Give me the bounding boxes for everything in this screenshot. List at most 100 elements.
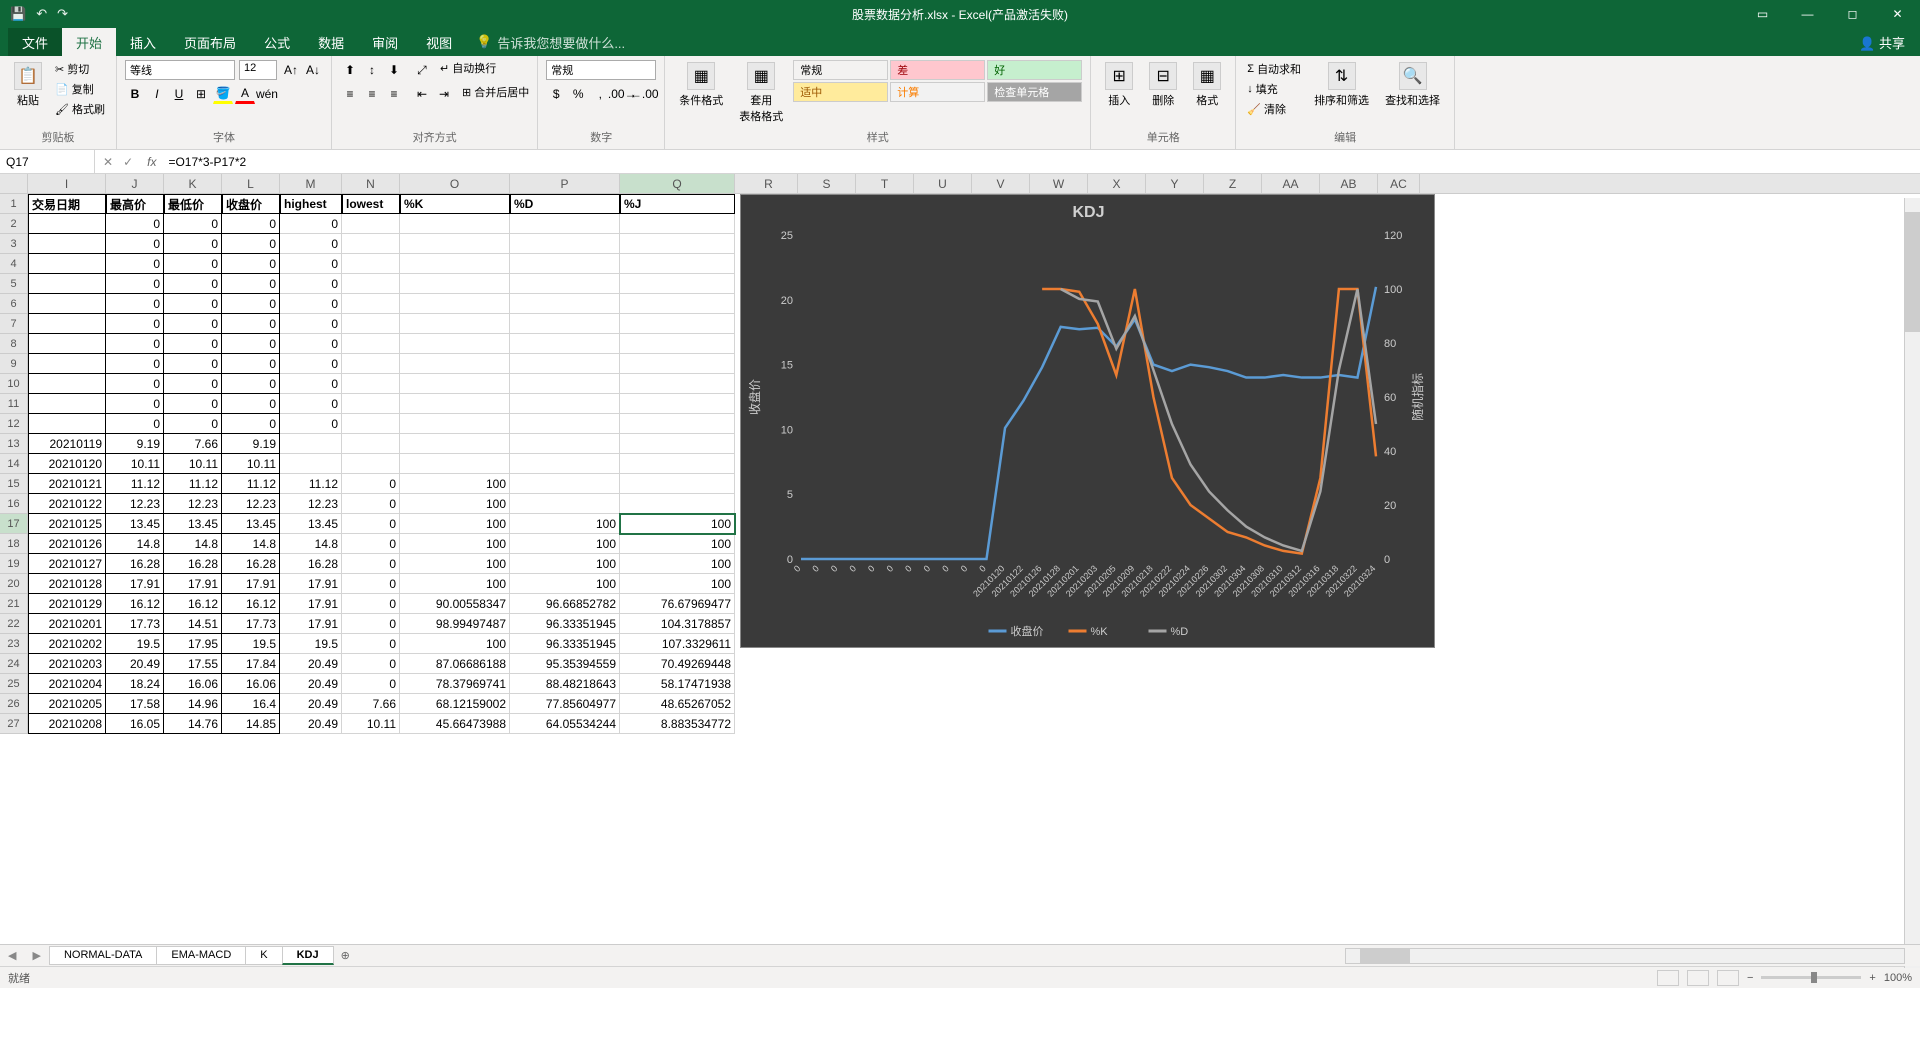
sort-filter-button[interactable]: ⇅排序和筛选 bbox=[1308, 60, 1375, 110]
autosum-button[interactable]: Σ 自动求和 bbox=[1244, 60, 1304, 78]
cell[interactable]: 0 bbox=[106, 334, 164, 354]
cell[interactable] bbox=[342, 454, 400, 474]
select-all-corner[interactable] bbox=[0, 174, 28, 193]
cell[interactable] bbox=[28, 214, 106, 234]
cell[interactable]: 0 bbox=[222, 234, 280, 254]
row-header[interactable]: 6 bbox=[0, 294, 28, 314]
cell[interactable]: 0 bbox=[106, 394, 164, 414]
cell[interactable]: 70.49269448 bbox=[620, 654, 735, 674]
view-normal-icon[interactable] bbox=[1657, 970, 1679, 986]
cell[interactable]: 19.5 bbox=[222, 634, 280, 654]
cell[interactable]: 17.95 bbox=[164, 634, 222, 654]
cell[interactable]: 9.19 bbox=[222, 434, 280, 454]
cell[interactable] bbox=[620, 374, 735, 394]
sheet-nav-next[interactable]: ▶ bbox=[24, 949, 48, 962]
cell[interactable]: 20210204 bbox=[28, 674, 106, 694]
cell[interactable]: 20210121 bbox=[28, 474, 106, 494]
tab-review[interactable]: 审阅 bbox=[358, 28, 412, 56]
cell[interactable] bbox=[28, 334, 106, 354]
cell[interactable]: 17.58 bbox=[106, 694, 164, 714]
cell[interactable]: 0 bbox=[342, 514, 400, 534]
zoom-slider[interactable] bbox=[1761, 976, 1861, 979]
col-header-S[interactable]: S bbox=[798, 174, 856, 193]
cell[interactable]: 11.12 bbox=[164, 474, 222, 494]
close-icon[interactable]: ✕ bbox=[1875, 0, 1920, 28]
sheet-tab-KDJ[interactable]: KDJ bbox=[282, 946, 334, 965]
shrink-font-icon[interactable]: A↓ bbox=[303, 60, 323, 80]
cell[interactable]: 14.8 bbox=[164, 534, 222, 554]
cell[interactable]: 100 bbox=[510, 534, 620, 554]
table-format-button[interactable]: ▦套用 表格格式 bbox=[733, 60, 789, 126]
cell[interactable]: 17.91 bbox=[280, 574, 342, 594]
cell[interactable] bbox=[510, 394, 620, 414]
row-header[interactable]: 9 bbox=[0, 354, 28, 374]
wrap-button[interactable]: ↵ 自动换行 bbox=[440, 60, 496, 80]
cell[interactable]: 0 bbox=[222, 274, 280, 294]
cell[interactable] bbox=[400, 454, 510, 474]
cell[interactable]: 0 bbox=[342, 674, 400, 694]
row-header[interactable]: 10 bbox=[0, 374, 28, 394]
clear-button[interactable]: 🧹 清除 bbox=[1244, 100, 1304, 118]
cell[interactable]: 0 bbox=[342, 494, 400, 514]
cell[interactable] bbox=[400, 234, 510, 254]
cell[interactable] bbox=[510, 334, 620, 354]
cell[interactable] bbox=[400, 254, 510, 274]
row-header[interactable]: 26 bbox=[0, 694, 28, 714]
cell[interactable] bbox=[400, 394, 510, 414]
cell[interactable]: 0 bbox=[222, 334, 280, 354]
cell[interactable]: 0 bbox=[342, 534, 400, 554]
row-header[interactable]: 13 bbox=[0, 434, 28, 454]
save-icon[interactable]: 💾 bbox=[10, 6, 26, 22]
cell[interactable]: 0 bbox=[164, 314, 222, 334]
cell[interactable] bbox=[342, 374, 400, 394]
cell[interactable]: 0 bbox=[106, 234, 164, 254]
cell[interactable]: 10.11 bbox=[164, 454, 222, 474]
cell[interactable] bbox=[28, 254, 106, 274]
align-mid-icon[interactable]: ↕ bbox=[362, 60, 382, 80]
cell[interactable]: 20210127 bbox=[28, 554, 106, 574]
cell[interactable]: 10.11 bbox=[342, 714, 400, 734]
row-header[interactable]: 27 bbox=[0, 714, 28, 734]
row-header[interactable]: 21 bbox=[0, 594, 28, 614]
underline-button[interactable]: U bbox=[169, 84, 189, 104]
cell[interactable]: 7.66 bbox=[164, 434, 222, 454]
cell[interactable]: 20210120 bbox=[28, 454, 106, 474]
style-check[interactable]: 检查单元格 bbox=[987, 82, 1082, 102]
cell[interactable]: 0 bbox=[342, 474, 400, 494]
cell[interactable]: 20210201 bbox=[28, 614, 106, 634]
cell[interactable]: 0 bbox=[342, 654, 400, 674]
cell[interactable] bbox=[400, 274, 510, 294]
cell[interactable] bbox=[280, 434, 342, 454]
enter-icon[interactable]: ✓ bbox=[123, 155, 133, 169]
cell[interactable]: 13.45 bbox=[106, 514, 164, 534]
cell[interactable] bbox=[400, 434, 510, 454]
cell[interactable]: 16.12 bbox=[106, 594, 164, 614]
percent-icon[interactable]: % bbox=[568, 84, 588, 104]
cell[interactable]: 0 bbox=[164, 274, 222, 294]
cell[interactable] bbox=[28, 394, 106, 414]
row-header[interactable]: 3 bbox=[0, 234, 28, 254]
col-header-O[interactable]: O bbox=[400, 174, 510, 193]
style-neutral[interactable]: 适中 bbox=[793, 82, 888, 102]
cell[interactable]: 100 bbox=[400, 494, 510, 514]
cell[interactable]: 16.12 bbox=[222, 594, 280, 614]
cell[interactable] bbox=[620, 494, 735, 514]
cell[interactable] bbox=[620, 434, 735, 454]
cell[interactable] bbox=[510, 274, 620, 294]
cell[interactable] bbox=[280, 454, 342, 474]
col-header-I[interactable]: I bbox=[28, 174, 106, 193]
cell[interactable]: 100 bbox=[510, 574, 620, 594]
row-header[interactable]: 15 bbox=[0, 474, 28, 494]
cell[interactable]: 64.05534244 bbox=[510, 714, 620, 734]
zoom-out-icon[interactable]: − bbox=[1747, 972, 1753, 984]
cell[interactable] bbox=[510, 454, 620, 474]
cell[interactable]: 14.51 bbox=[164, 614, 222, 634]
cell[interactable]: 100 bbox=[400, 634, 510, 654]
cell[interactable]: 100 bbox=[400, 514, 510, 534]
cell[interactable] bbox=[342, 294, 400, 314]
cell[interactable]: 12.23 bbox=[164, 494, 222, 514]
cell[interactable]: 0 bbox=[342, 574, 400, 594]
cell[interactable]: 77.85604977 bbox=[510, 694, 620, 714]
cell[interactable] bbox=[510, 474, 620, 494]
cell[interactable] bbox=[510, 254, 620, 274]
